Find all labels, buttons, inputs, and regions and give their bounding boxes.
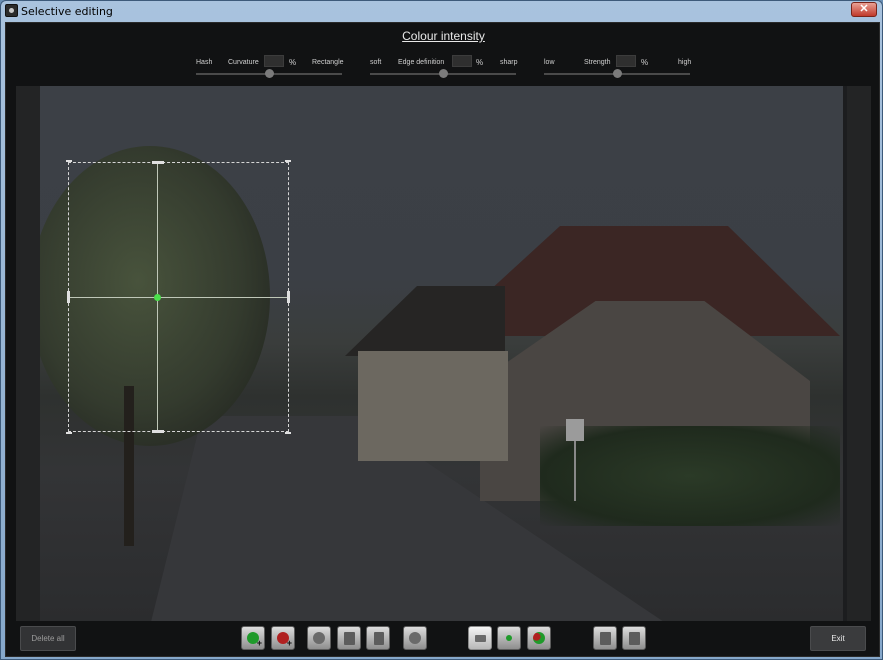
multi-point-mode-button[interactable] [527, 626, 551, 650]
photo-canvas[interactable] [40, 86, 843, 621]
close-button[interactable]: ✕ [851, 2, 877, 17]
edge-definition-slider-group: soft Edge definition % sharp [368, 55, 518, 79]
add-green-point-button[interactable]: + [241, 626, 265, 650]
copy-region-button[interactable] [337, 626, 361, 650]
sign-post [574, 431, 576, 501]
white-house [358, 351, 508, 461]
selection-rectangle[interactable] [66, 160, 291, 434]
strength-value-input[interactable] [616, 55, 636, 67]
edge-definition-value-input[interactable] [452, 55, 472, 67]
image-viewport[interactable] [16, 86, 871, 621]
selection-handle-top-right[interactable] [285, 160, 291, 162]
strength-unit: % [641, 58, 649, 67]
export-button[interactable] [593, 626, 617, 650]
app-window: Selective editing ✕ Colour intensity Has… [0, 0, 883, 660]
selection-handle-top[interactable] [152, 161, 164, 164]
region-settings-button[interactable] [403, 626, 427, 650]
green-point-mode-button[interactable] [497, 626, 521, 650]
add-red-point-button[interactable]: + [271, 626, 295, 650]
app-icon [5, 4, 18, 17]
selection-handle-top-left[interactable] [66, 160, 72, 162]
viewport-left-margin [16, 86, 40, 621]
strength-label: Strength [584, 59, 611, 66]
white-house-roof [345, 286, 505, 356]
curvature-slider-group: Hash Curvature % Rectangle [194, 55, 344, 79]
curvature-right-label: Rectangle [312, 59, 344, 66]
region-settings-icon [409, 632, 421, 644]
selection-center-point[interactable] [154, 294, 161, 301]
title-bar[interactable]: Selective editing ✕ [1, 1, 882, 21]
selection-handle-right[interactable] [287, 291, 290, 303]
delete-all-button[interactable]: Delete all [20, 626, 76, 651]
selection-handle-bottom-left[interactable] [66, 432, 72, 434]
window-title: Selective editing [21, 5, 113, 18]
selection-horizontal-guide [69, 297, 288, 298]
info-icon [629, 632, 640, 645]
curvature-slider-thumb[interactable] [265, 69, 274, 78]
green-point-mode-icon [506, 635, 512, 641]
copy-region-icon [344, 632, 355, 645]
viewport-right-margin [847, 86, 871, 621]
selection-handle-bottom[interactable] [152, 430, 164, 433]
zoom-region-icon [313, 632, 325, 644]
strength-left-label: low [544, 59, 555, 66]
exit-button[interactable]: Exit [810, 626, 866, 651]
edge-definition-left-label: soft [370, 59, 382, 66]
delete-region-button[interactable] [366, 626, 390, 650]
selection-handle-left[interactable] [67, 291, 70, 303]
export-icon [600, 632, 611, 645]
strength-slider-group: low Strength % high [542, 55, 692, 79]
rectangle-mode-button[interactable] [468, 626, 492, 650]
selection-handle-bottom-right[interactable] [285, 432, 291, 434]
plus-icon: + [286, 638, 292, 648]
multi-point-mode-icon [533, 632, 545, 644]
bottom-toolbar: Delete all + + Exit [6, 623, 881, 657]
hedge [540, 426, 840, 526]
sign-board [566, 419, 584, 441]
edge-definition-slider-thumb[interactable] [439, 69, 448, 78]
curvature-label: Curvature [228, 59, 259, 66]
edge-definition-label: Edge definition [398, 59, 445, 66]
curvature-left-label: Hash [196, 59, 213, 66]
edge-definition-unit: % [476, 58, 484, 67]
plus-icon: + [256, 638, 262, 648]
editor-panel: Colour intensity Hash Curvature % Rectan… [5, 22, 880, 657]
curvature-value-input[interactable] [264, 55, 284, 67]
strength-right-label: high [678, 59, 692, 66]
strength-slider-thumb[interactable] [613, 69, 622, 78]
delete-region-icon [374, 632, 384, 645]
rectangle-mode-icon [475, 635, 486, 642]
info-button[interactable] [622, 626, 646, 650]
zoom-region-button[interactable] [307, 626, 331, 650]
curvature-unit: % [289, 58, 297, 67]
page-title[interactable]: Colour intensity [6, 29, 881, 43]
edge-definition-right-label: sharp [500, 59, 518, 66]
